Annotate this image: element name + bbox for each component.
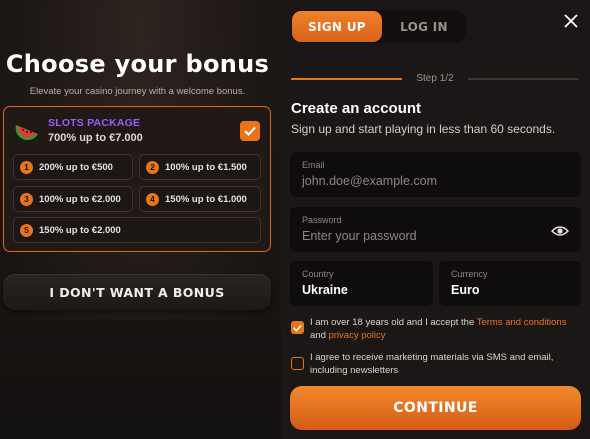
watermelon-icon: [15, 125, 38, 140]
offer-1[interactable]: 1 200% up to €500: [13, 154, 133, 180]
country-label: Country: [302, 269, 334, 279]
bonus-panel: Choose your bonus Elevate your casino jo…: [0, 0, 281, 439]
offer-label: 150% up to €1.000: [165, 193, 247, 205]
eye-icon[interactable]: [551, 225, 569, 237]
auth-tabs: SIGN UP LOG IN: [291, 10, 466, 43]
offer-number: 4: [146, 192, 159, 206]
tab-signup[interactable]: SIGN UP: [292, 11, 382, 42]
bonus-subtitle: Elevate your casino journey with a welco…: [29, 86, 246, 97]
currency-label: Currency: [451, 269, 488, 279]
privacy-policy-link[interactable]: privacy policy: [329, 330, 386, 341]
offer-number: 1: [20, 160, 33, 174]
slots-package-card[interactable]: SLOTS PACKAGE 700% up to €7.000 1 200% u…: [3, 106, 271, 252]
offer-number: 2: [146, 160, 159, 174]
age-consent-checkbox[interactable]: [291, 321, 304, 334]
no-bonus-button[interactable]: I DON'T WANT A BONUS: [3, 274, 271, 310]
step-progress-remaining: [468, 78, 579, 80]
offer-label: 200% up to €500: [39, 161, 113, 173]
country-value: Ukraine: [302, 283, 348, 297]
offer-label: 100% up to €1.500: [165, 161, 247, 173]
currency-select[interactable]: Currency Euro: [439, 261, 581, 306]
offer-number: 3: [20, 192, 33, 206]
continue-button[interactable]: CONTINUE: [290, 386, 581, 430]
terms-link[interactable]: Terms and conditions: [477, 317, 567, 328]
tab-login[interactable]: LOG IN: [383, 11, 465, 42]
checkmark-icon: [293, 324, 302, 332]
currency-value: Euro: [451, 283, 480, 297]
offer-3[interactable]: 3 100% up to €2.000: [13, 186, 133, 212]
marketing-consent-checkbox[interactable]: [291, 357, 304, 370]
password-field[interactable]: Password Enter your password: [290, 207, 581, 252]
password-input[interactable]: Enter your password: [302, 229, 417, 243]
checkmark-icon: [244, 126, 256, 136]
bonus-title: Choose your bonus: [5, 50, 270, 78]
step-progress-done: [291, 78, 402, 80]
package-name: SLOTS PACKAGE: [48, 117, 141, 129]
marketing-consent-text: I agree to receive marketing materials v…: [310, 351, 585, 377]
panel-backdrop: [0, 320, 281, 439]
package-offer: 700% up to €7.000: [48, 132, 143, 144]
email-field[interactable]: Email john.doe@example.com: [290, 152, 581, 197]
form-subtitle: Sign up and start playing in less than 6…: [291, 122, 556, 136]
age-consent-text: I am over 18 years old and I accept the …: [310, 316, 585, 342]
offer-4[interactable]: 4 150% up to €1.000: [139, 186, 261, 212]
offer-label: 150% up to €2.000: [39, 224, 121, 236]
email-label: Email: [302, 160, 325, 170]
password-label: Password: [302, 215, 342, 225]
close-icon[interactable]: [564, 14, 578, 28]
offer-label: 100% up to €2.000: [39, 193, 121, 205]
offer-2[interactable]: 2 100% up to €1.500: [139, 154, 261, 180]
email-input[interactable]: john.doe@example.com: [302, 174, 437, 188]
marketing-consent-line2: including newsletters: [310, 365, 399, 376]
offer-number: 5: [20, 223, 33, 237]
offer-5[interactable]: 5 150% up to €2.000: [13, 217, 261, 243]
country-select[interactable]: Country Ukraine: [290, 261, 433, 306]
signup-panel: SIGN UP LOG IN Step 1/2 Create an accoun…: [281, 0, 590, 439]
package-checkbox[interactable]: [240, 121, 260, 141]
marketing-consent-line1: I agree to receive marketing materials v…: [310, 352, 554, 363]
form-title: Create an account: [291, 100, 422, 117]
age-consent-prefix: I am over 18 years old and I accept the: [310, 317, 477, 328]
step-indicator: Step 1/2: [416, 73, 454, 84]
age-consent-and: and: [310, 330, 329, 341]
